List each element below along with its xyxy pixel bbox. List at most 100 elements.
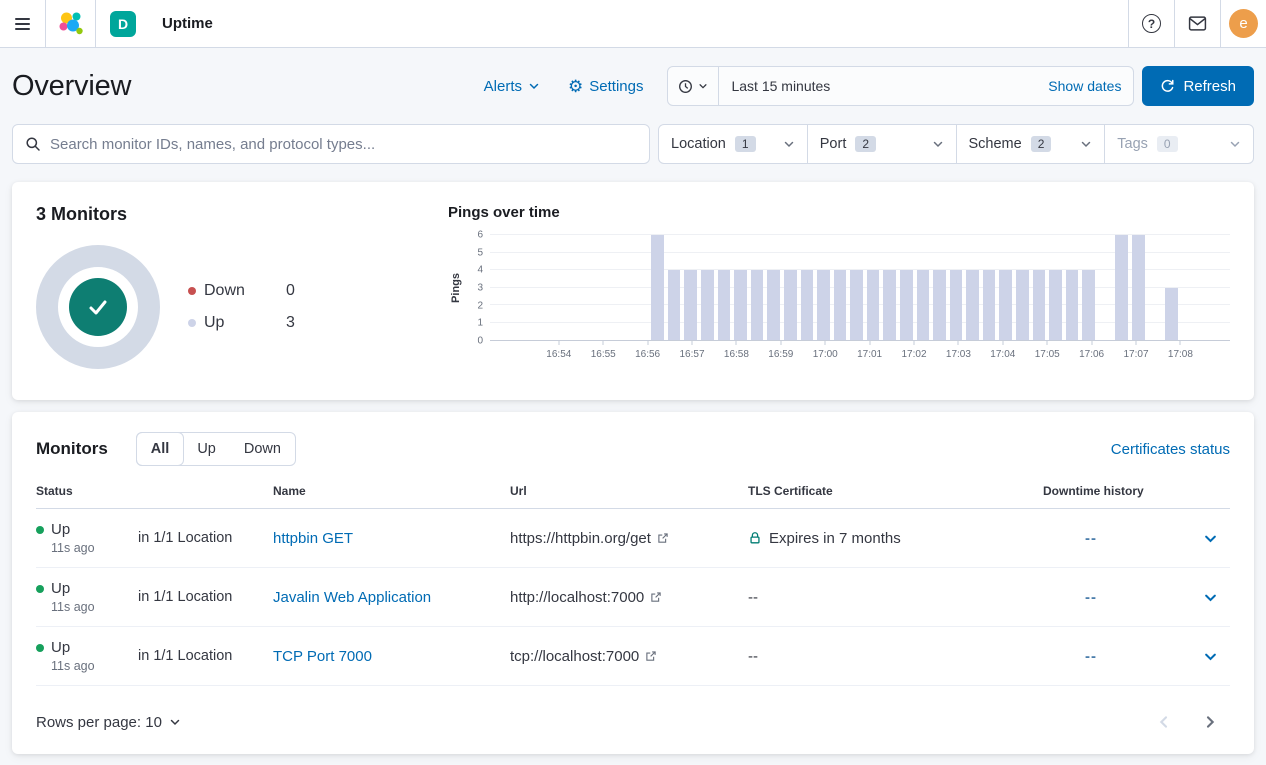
last-check-time: 11s ago: [51, 600, 138, 614]
search-icon: [25, 136, 41, 152]
certificates-status-link[interactable]: Certificates status: [1111, 441, 1230, 458]
chart-title: Pings over time: [448, 204, 1230, 221]
tab-all[interactable]: All: [136, 432, 185, 466]
monitor-search: [12, 124, 650, 164]
column-header-status: Status: [36, 484, 138, 498]
filter-port[interactable]: Port 2: [807, 125, 956, 163]
column-header-downtime: Downtime history: [1043, 484, 1190, 498]
refresh-icon: [1160, 79, 1175, 94]
chevron-down-icon: [528, 80, 540, 92]
y-axis-label: Pings: [450, 273, 462, 303]
settings-button[interactable]: ⚙ Settings: [568, 78, 643, 95]
menu-button[interactable]: [0, 0, 46, 47]
chevron-right-icon: [1202, 714, 1218, 730]
gear-icon: ⚙: [568, 78, 583, 95]
legend-value: 0: [286, 282, 295, 300]
rows-per-page-button[interactable]: Rows per page: 10: [36, 714, 181, 731]
date-quick-select-button[interactable]: [668, 67, 719, 105]
chevron-down-icon: [1229, 138, 1241, 150]
show-dates-button[interactable]: Show dates: [1036, 78, 1133, 94]
chevron-down-icon: [698, 81, 708, 91]
uptime-overview-page: Overview Alerts ⚙ Settings Last 15 minut…: [0, 48, 1266, 754]
elastic-logo: [46, 0, 96, 47]
legend-label: Down: [204, 282, 286, 300]
refresh-button[interactable]: Refresh: [1142, 66, 1254, 106]
refresh-label: Refresh: [1183, 78, 1236, 95]
status-up-dot-icon: [36, 644, 44, 652]
chevron-down-icon: [1080, 138, 1092, 150]
pagination: [1150, 708, 1230, 736]
filter-label: Location: [671, 136, 726, 152]
external-link-icon[interactable]: [657, 532, 669, 544]
expand-row-button[interactable]: [1190, 649, 1230, 664]
page-title: Overview: [12, 70, 131, 103]
tab-up[interactable]: Up: [183, 433, 230, 465]
help-icon: ?: [1142, 14, 1161, 33]
chevron-down-icon: [1203, 590, 1218, 605]
filter-tags[interactable]: Tags 0: [1104, 125, 1253, 163]
legend-label: Up: [204, 314, 286, 332]
next-page-button[interactable]: [1196, 708, 1224, 736]
downtime-history: --: [1043, 648, 1190, 665]
filter-scheme[interactable]: Scheme 2: [956, 125, 1105, 163]
tab-down[interactable]: Down: [230, 433, 295, 465]
clock-icon: [678, 79, 693, 94]
filter-label: Scheme: [969, 136, 1022, 152]
table-row: Up 11s ago in 1/1 Location httpbin GET h…: [36, 509, 1230, 568]
down-dot-icon: [188, 287, 196, 295]
monitor-name-link[interactable]: Javalin Web Application: [273, 589, 431, 606]
user-menu-button[interactable]: e: [1220, 0, 1266, 47]
expand-row-button[interactable]: [1190, 531, 1230, 546]
filter-group: Location 1 Port 2 Scheme 2 Tags 0: [658, 124, 1254, 164]
help-button[interactable]: ?: [1128, 0, 1174, 47]
monitors-panel: Monitors All Up Down Certificates status…: [12, 412, 1254, 754]
filter-count-badge: 2: [1031, 136, 1052, 152]
filter-count-badge: 2: [855, 136, 876, 152]
avatar: e: [1229, 9, 1258, 38]
downtime-history: --: [1043, 589, 1190, 606]
column-header-tls: TLS Certificate: [748, 484, 1043, 498]
app-title: Uptime: [162, 15, 213, 32]
pings-plot: [490, 235, 1230, 341]
lock-icon: [748, 531, 762, 545]
location-summary: in 1/1 Location: [138, 589, 273, 605]
rows-per-page-label: Rows per page: 10: [36, 714, 162, 731]
status-text: Up: [51, 639, 70, 656]
chevron-down-icon: [783, 138, 795, 150]
tls-expiry: --: [748, 648, 758, 665]
mail-icon: [1188, 15, 1207, 32]
status-text: Up: [51, 521, 70, 538]
previous-page-button[interactable]: [1150, 708, 1178, 736]
legend-item-up: Up 3: [188, 314, 295, 332]
location-summary: in 1/1 Location: [138, 648, 273, 664]
chevron-down-icon: [1203, 531, 1218, 546]
filter-location[interactable]: Location 1: [659, 125, 807, 163]
external-link-icon[interactable]: [645, 650, 657, 662]
monitors-table: Status Name Url TLS Certificate Downtime…: [36, 480, 1230, 686]
search-input[interactable]: [50, 136, 637, 153]
status-up-dot-icon: [36, 526, 44, 534]
filter-label: Tags: [1117, 136, 1148, 152]
chevron-down-icon: [932, 138, 944, 150]
table-header-row: Status Name Url TLS Certificate Downtime…: [36, 480, 1230, 509]
external-link-icon[interactable]: [650, 591, 662, 603]
legend-value: 3: [286, 314, 295, 332]
monitor-name-link[interactable]: httpbin GET: [273, 530, 353, 547]
monitor-url: tcp://localhost:7000: [510, 648, 639, 665]
space-badge[interactable]: D: [110, 11, 136, 37]
table-row: Up 11s ago in 1/1 Location Javalin Web A…: [36, 568, 1230, 627]
status-donut-chart: [36, 245, 160, 369]
monitor-name-link[interactable]: TCP Port 7000: [273, 648, 372, 665]
newsfeed-button[interactable]: [1174, 0, 1220, 47]
y-axis: 0123456: [464, 235, 490, 341]
filter-label: Port: [820, 136, 847, 152]
settings-label: Settings: [589, 78, 643, 95]
date-range-value[interactable]: Last 15 minutes: [719, 78, 1036, 94]
date-picker: Last 15 minutes Show dates: [667, 66, 1134, 106]
monitor-url: http://localhost:7000: [510, 589, 644, 606]
status-text: Up: [51, 580, 70, 597]
expand-row-button[interactable]: [1190, 590, 1230, 605]
downtime-history: --: [1043, 530, 1190, 547]
alerts-dropdown-button[interactable]: Alerts: [484, 78, 540, 95]
chevron-down-icon: [1203, 649, 1218, 664]
